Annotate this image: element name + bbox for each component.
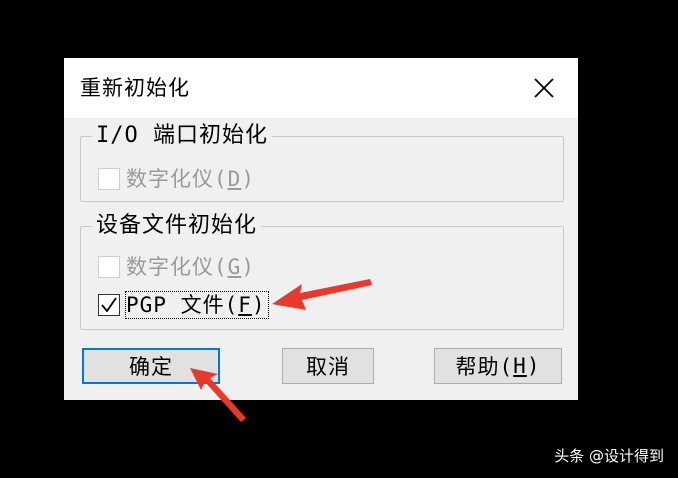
device-file-group-label: 设备文件初始化: [92, 214, 262, 238]
device-digitizer-label: 数字化仪(G): [126, 255, 255, 279]
io-digitizer-label: 数字化仪(D): [126, 167, 255, 191]
io-digitizer-checkbox[interactable]: [98, 168, 120, 190]
pgp-file-checkbox[interactable]: [98, 294, 120, 316]
io-port-group-label: I/O 端口初始化: [92, 124, 272, 148]
pgp-file-label: PGP 文件(F): [125, 291, 269, 319]
device-digitizer-checkbox[interactable]: [98, 256, 120, 278]
annotation-arrow-icon: [190, 368, 246, 422]
screenshot-stage: 重新初始化 I/O 端口初始化 数字化仪(D) 设备文件初始化 数字化仪(G): [0, 0, 678, 478]
dialog-title: 重新初始化: [80, 76, 190, 100]
io-digitizer-checkbox-row[interactable]: 数字化仪(D): [98, 166, 318, 196]
close-button[interactable]: [522, 66, 566, 110]
dialog-title-bar: 重新初始化: [64, 58, 578, 118]
watermark: 头条 @设计得到: [554, 447, 664, 465]
help-button[interactable]: 帮助(H): [434, 348, 562, 384]
cancel-button[interactable]: 取消: [282, 348, 374, 384]
annotation-arrow-icon: [272, 279, 372, 310]
reinit-dialog: 重新初始化 I/O 端口初始化 数字化仪(D) 设备文件初始化 数字化仪(G): [64, 58, 578, 400]
close-icon: [534, 78, 554, 98]
checkmark-icon: [101, 297, 117, 313]
